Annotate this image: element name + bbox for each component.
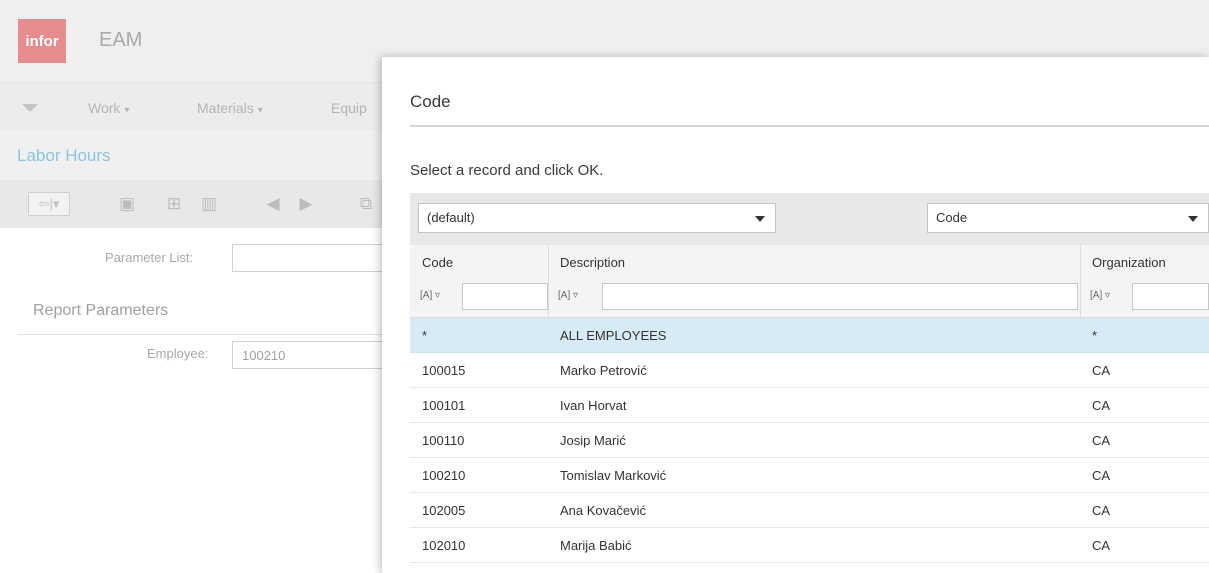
new-record-icon[interactable]: ⊞ xyxy=(163,192,185,216)
cell-description: Marija Babić xyxy=(560,538,632,553)
cell-description: Ana Kovačević xyxy=(560,503,646,518)
page-title: Labor Hours xyxy=(17,146,111,165)
column-divider xyxy=(548,245,549,318)
cell-code: 102010 xyxy=(422,538,466,553)
next-record-icon[interactable]: ▶ xyxy=(295,192,317,216)
column-header-description[interactable]: Description xyxy=(560,255,625,270)
menu-toggle-icon[interactable] xyxy=(22,104,38,112)
copy-icon[interactable]: ⧉ xyxy=(355,192,377,216)
cell-description: Ivan Horvat xyxy=(560,398,627,413)
cell-organization: CA xyxy=(1092,363,1111,378)
dialog-instruction: Select a record and click OK. xyxy=(410,162,604,179)
cell-description: Marko Petrović xyxy=(560,363,647,378)
parameter-list-input[interactable] xyxy=(232,244,392,272)
menu-item-work[interactable]: Work ▾ xyxy=(88,100,129,116)
cell-code: * xyxy=(422,328,428,343)
cell-code: 100015 xyxy=(422,363,466,378)
cell-code: 102005 xyxy=(422,503,466,518)
record-toolbar: ⇦|▾ ▣ ⊞ ▥ ◀ ▶ ⧉ xyxy=(0,180,400,228)
table-row[interactable]: 100101 Ivan Horvat CA xyxy=(410,388,1209,423)
cell-code: 100101 xyxy=(422,398,466,413)
filter-operator-description[interactable]: [A] ▿ xyxy=(558,290,578,301)
save-icon[interactable]: ▣ xyxy=(116,192,138,216)
cell-code: 100210 xyxy=(422,468,466,483)
cell-organization: CA xyxy=(1092,468,1111,483)
menu-item-equipment[interactable]: Equip xyxy=(331,100,367,116)
cell-description: Tomislav Marković xyxy=(560,468,667,483)
app-name: EAM xyxy=(99,29,143,51)
cell-organization: CA xyxy=(1092,398,1111,413)
section-divider xyxy=(18,334,388,335)
table-row[interactable]: * ALL EMPLOYEES * xyxy=(410,318,1209,353)
previous-record-icon[interactable]: ◀ xyxy=(262,192,284,216)
dialog-title: Code xyxy=(410,92,451,111)
parameter-list-label: Parameter List: xyxy=(105,250,194,265)
dialog-title-divider xyxy=(410,125,1209,127)
table-row[interactable]: 100210 Tomislav Marković CA xyxy=(410,458,1209,493)
back-menu-button[interactable]: ⇦|▾ xyxy=(28,192,70,216)
table-row[interactable]: 102005 Ana Kovačević CA xyxy=(410,493,1209,528)
chevron-down-icon: ▾ xyxy=(124,105,130,116)
dataspy-bar: (default) Code xyxy=(410,193,1209,245)
dataspy-select[interactable]: (default) xyxy=(418,203,776,233)
filter-input-code[interactable] xyxy=(462,283,548,310)
column-header-organization[interactable]: Organization xyxy=(1092,255,1166,270)
chevron-down-icon: ▾ xyxy=(257,105,263,116)
column-header-code[interactable]: Code xyxy=(422,255,453,270)
cell-organization: CA xyxy=(1092,503,1111,518)
filter-field-select[interactable]: Code xyxy=(927,203,1209,233)
cell-organization: * xyxy=(1092,328,1098,343)
dropdown-arrow-icon xyxy=(1188,216,1198,222)
delete-icon[interactable]: ▥ xyxy=(198,192,220,216)
table-row[interactable]: 100110 Josip Marić CA xyxy=(410,423,1209,458)
cell-description: Josip Marić xyxy=(560,433,626,448)
filter-operator-code[interactable]: [A] ▿ xyxy=(420,290,440,301)
filter-input-description[interactable] xyxy=(602,283,1078,310)
employee-input[interactable]: 100210 xyxy=(232,341,392,369)
grid-header: Code Description Organization [A] ▿ [A] … xyxy=(410,245,1209,318)
form-area xyxy=(0,228,400,573)
filter-input-organization[interactable] xyxy=(1132,283,1209,310)
menu-item-materials[interactable]: Materials ▾ xyxy=(197,100,263,116)
filter-operator-organization[interactable]: [A] ▿ xyxy=(1090,290,1110,301)
report-parameters-heading: Report Parameters xyxy=(33,302,169,319)
cell-organization: CA xyxy=(1092,538,1111,553)
dropdown-arrow-icon xyxy=(755,216,765,222)
infor-logo: infor xyxy=(18,19,66,63)
cell-organization: CA xyxy=(1092,433,1111,448)
employee-label: Employee: xyxy=(147,346,209,361)
table-row[interactable]: 100015 Marko Petrović CA xyxy=(410,353,1209,388)
column-divider xyxy=(1080,245,1081,318)
cell-description: ALL EMPLOYEES xyxy=(560,328,667,343)
code-lookup-dialog: Code Select a record and click OK. (defa… xyxy=(382,57,1209,573)
cell-code: 100110 xyxy=(422,433,465,448)
table-row[interactable]: 102010 Marija Babić CA xyxy=(410,528,1209,563)
